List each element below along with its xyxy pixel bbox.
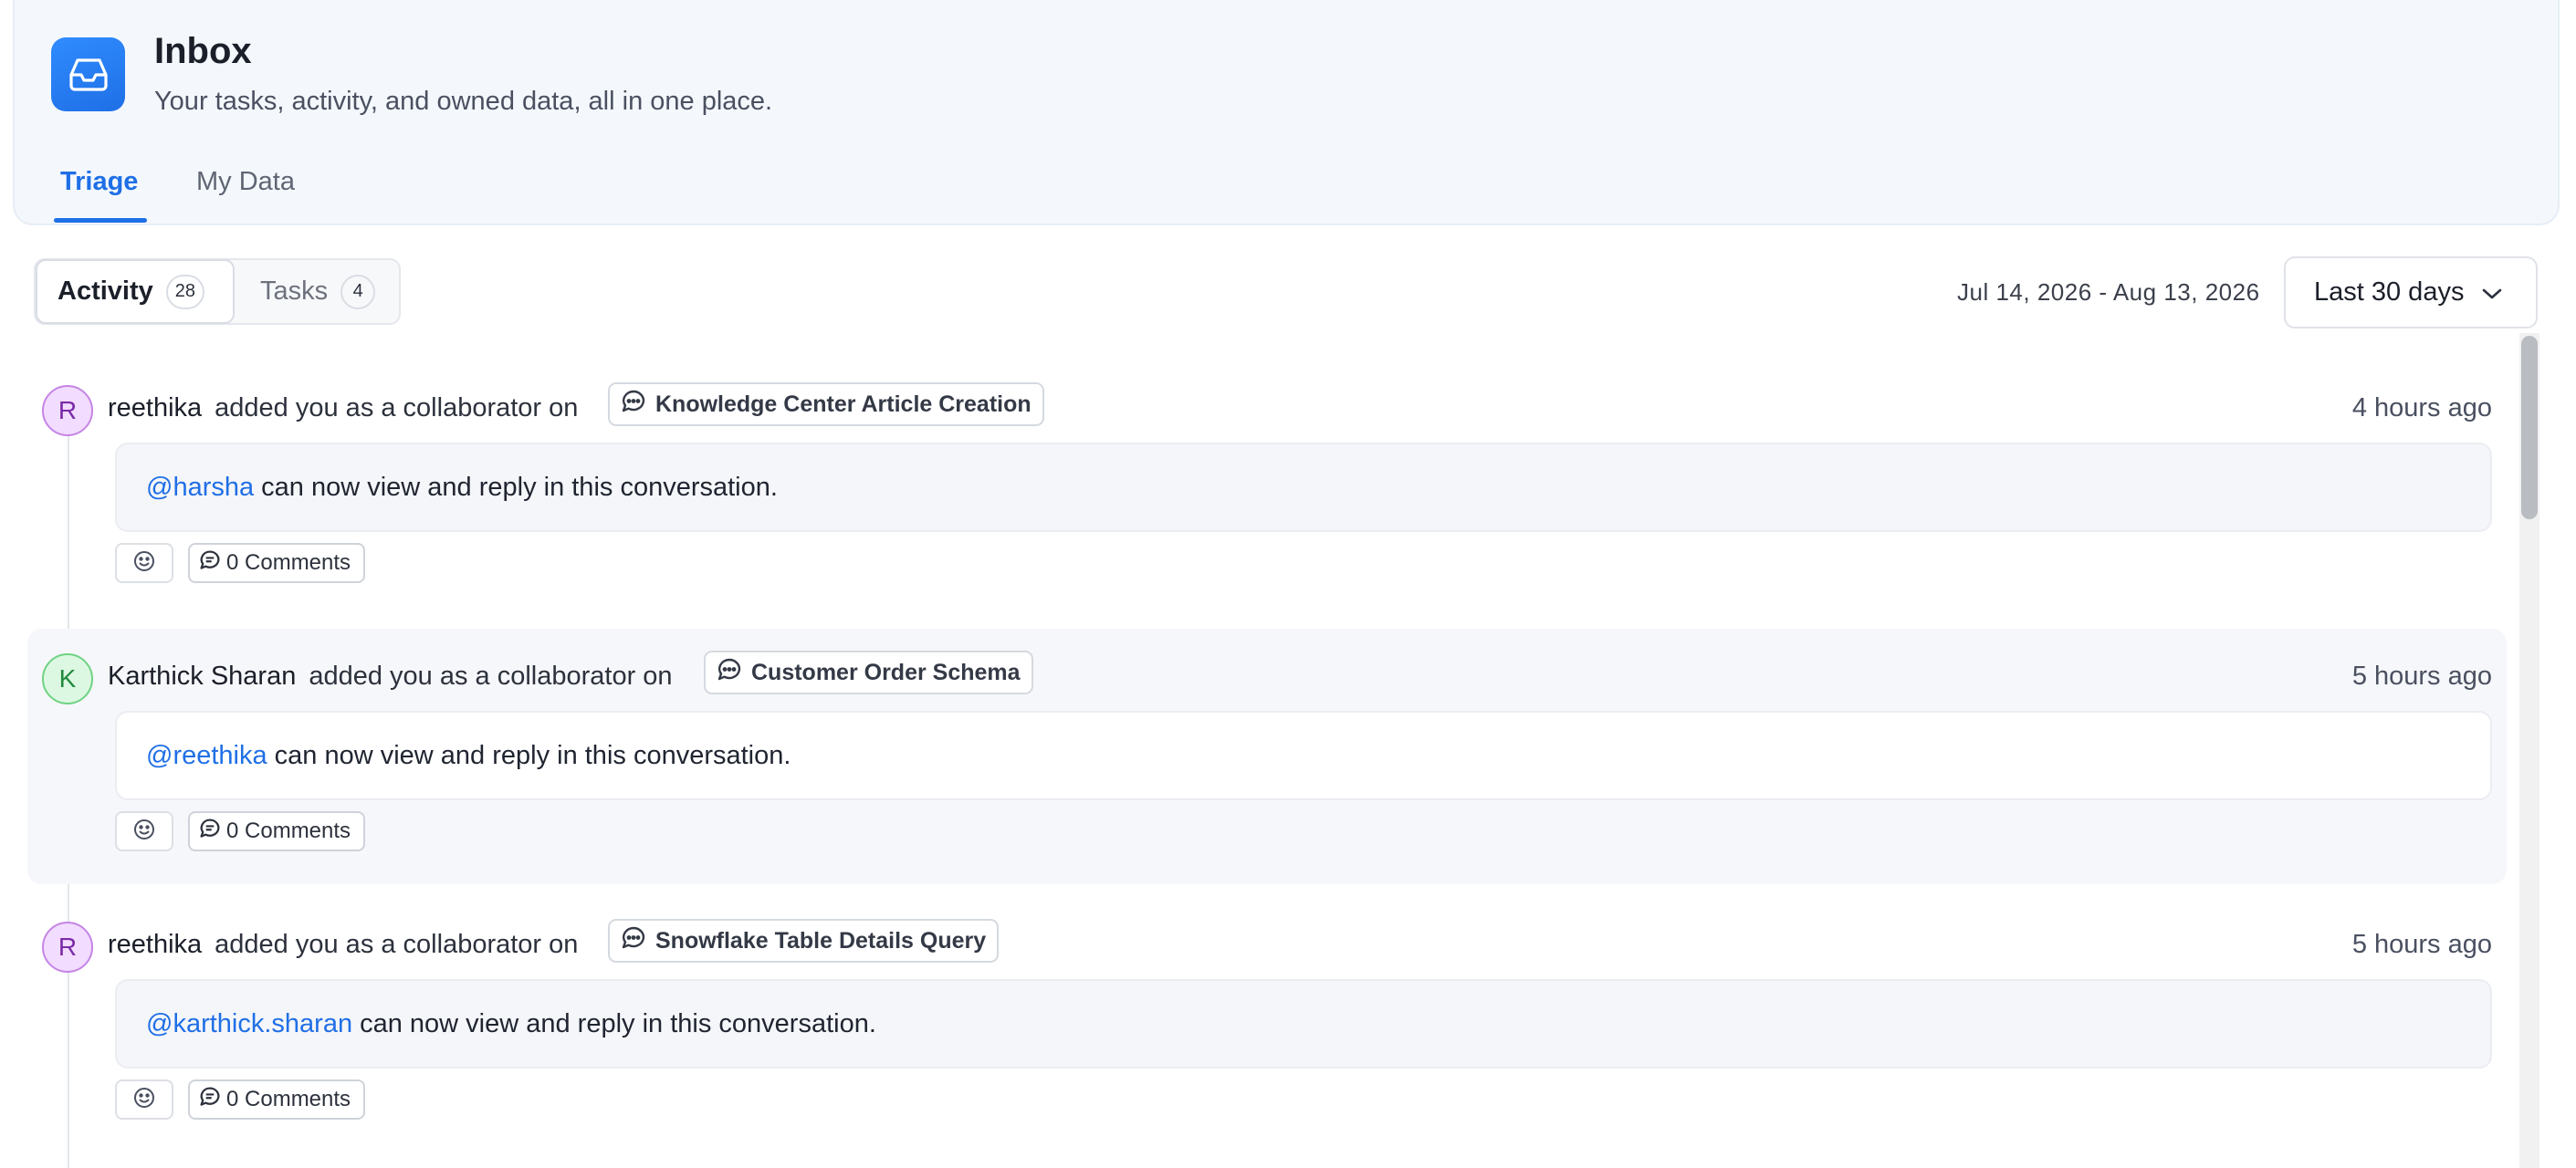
tab-triage[interactable]: Triage — [60, 167, 138, 197]
mention-link[interactable]: @harsha — [146, 473, 254, 503]
comments-count: 0 Comments — [226, 550, 351, 575]
activity-timestamp: 5 hours ago — [2351, 662, 2492, 691]
comments-button[interactable]: 0 Comments — [188, 543, 366, 583]
activity-timestamp: 5 hours ago — [2351, 930, 2492, 959]
date-range-text: Jul 14, 2026 - Aug 13, 2026 — [1957, 278, 2260, 306]
conversation-icon — [621, 925, 646, 957]
comments-button[interactable]: 0 Comments — [188, 811, 366, 851]
activity-message: @karthick.sharan can now view and reply i… — [115, 979, 2492, 1069]
entity-chip[interactable]: Snowflake Table Details Query — [608, 919, 1000, 963]
page-title: Inbox — [154, 31, 252, 71]
entity-chip-label: Snowflake Table Details Query — [655, 927, 987, 954]
entity-chip[interactable]: Customer Order Schema — [704, 651, 1033, 694]
add-reaction-button[interactable] — [115, 543, 173, 583]
avatar[interactable]: R — [42, 922, 93, 973]
conversation-icon — [717, 657, 742, 689]
activity-count-badge: 28 — [165, 274, 205, 309]
comment-icon — [199, 818, 221, 846]
comments-count: 0 Comments — [226, 1087, 351, 1111]
comments-button[interactable]: 0 Comments — [188, 1079, 366, 1120]
page-header: Inbox Your tasks, activity, and owned da… — [13, 0, 2560, 225]
tasks-count-badge: 4 — [340, 274, 376, 309]
scrollbar-thumb[interactable] — [2521, 336, 2538, 519]
entity-chip-label: Customer Order Schema — [751, 659, 1021, 685]
activity-tasks-toggle: Activity 28 Tasks 4 — [34, 258, 401, 325]
activity-actor: Karthick Sharan added you as a collaborat… — [108, 662, 673, 692]
segment-tasks[interactable]: Tasks 4 — [260, 260, 376, 323]
mention-link[interactable]: @karthick.sharan — [146, 1009, 352, 1039]
segment-activity[interactable]: Activity 28 — [36, 259, 235, 324]
actor-name[interactable]: Karthick Sharan — [108, 662, 296, 691]
mention-link[interactable]: @reethika — [146, 741, 267, 771]
add-reaction-button[interactable] — [115, 1079, 173, 1120]
tab-my-data[interactable]: My Data — [196, 167, 295, 197]
emoji-icon — [132, 818, 156, 846]
comments-count: 0 Comments — [226, 819, 351, 843]
actor-name[interactable]: reethika — [108, 393, 202, 422]
emoji-icon — [132, 1086, 156, 1114]
message-text: can now view and reply in this conversat… — [274, 740, 791, 770]
entity-chip-label: Knowledge Center Article Creation — [655, 391, 1031, 417]
activity-timestamp: 4 hours ago — [2351, 393, 2492, 422]
message-text: can now view and reply in this conversat… — [261, 472, 778, 502]
add-reaction-button[interactable] — [115, 811, 173, 851]
activity-item: K Karthick Sharan added you as a collabor… — [27, 629, 2507, 884]
date-range-select[interactable]: Last 30 days — [2284, 256, 2538, 328]
activity-item: R reethika added you as a collaborator on… — [27, 360, 2507, 616]
segment-tasks-label: Tasks — [260, 276, 329, 306]
activity-message: @reethika can now view and reply in this … — [115, 711, 2492, 800]
avatar[interactable]: K — [42, 653, 93, 704]
entity-chip[interactable]: Knowledge Center Article Creation — [608, 382, 1044, 426]
page-subtitle: Your tasks, activity, and owned data, al… — [154, 87, 773, 116]
active-tab-indicator — [54, 218, 147, 223]
activity-action-text: added you as a collaborator on — [309, 662, 673, 691]
comment-icon — [199, 1086, 221, 1114]
activity-message: @harsha can now view and reply in this co… — [115, 443, 2492, 532]
avatar[interactable]: R — [42, 385, 93, 436]
activity-action-text: added you as a collaborator on — [215, 930, 579, 959]
date-range-select-value: Last 30 days — [2314, 277, 2465, 307]
activity-actor: reethika added you as a collaborator on — [108, 930, 578, 960]
message-text: can now view and reply in this conversat… — [360, 1008, 876, 1038]
actor-name[interactable]: reethika — [108, 930, 202, 959]
activity-action-text: added you as a collaborator on — [215, 393, 579, 422]
conversation-icon — [621, 389, 646, 421]
emoji-icon — [132, 549, 156, 578]
activity-item: R reethika added you as a collaborator on… — [27, 897, 2507, 1152]
segment-activity-label: Activity — [58, 276, 153, 306]
inbox-tray-icon — [51, 37, 125, 111]
activity-actor: reethika added you as a collaborator on — [108, 393, 578, 423]
chevron-down-icon — [2482, 277, 2502, 308]
comment-icon — [199, 549, 221, 578]
